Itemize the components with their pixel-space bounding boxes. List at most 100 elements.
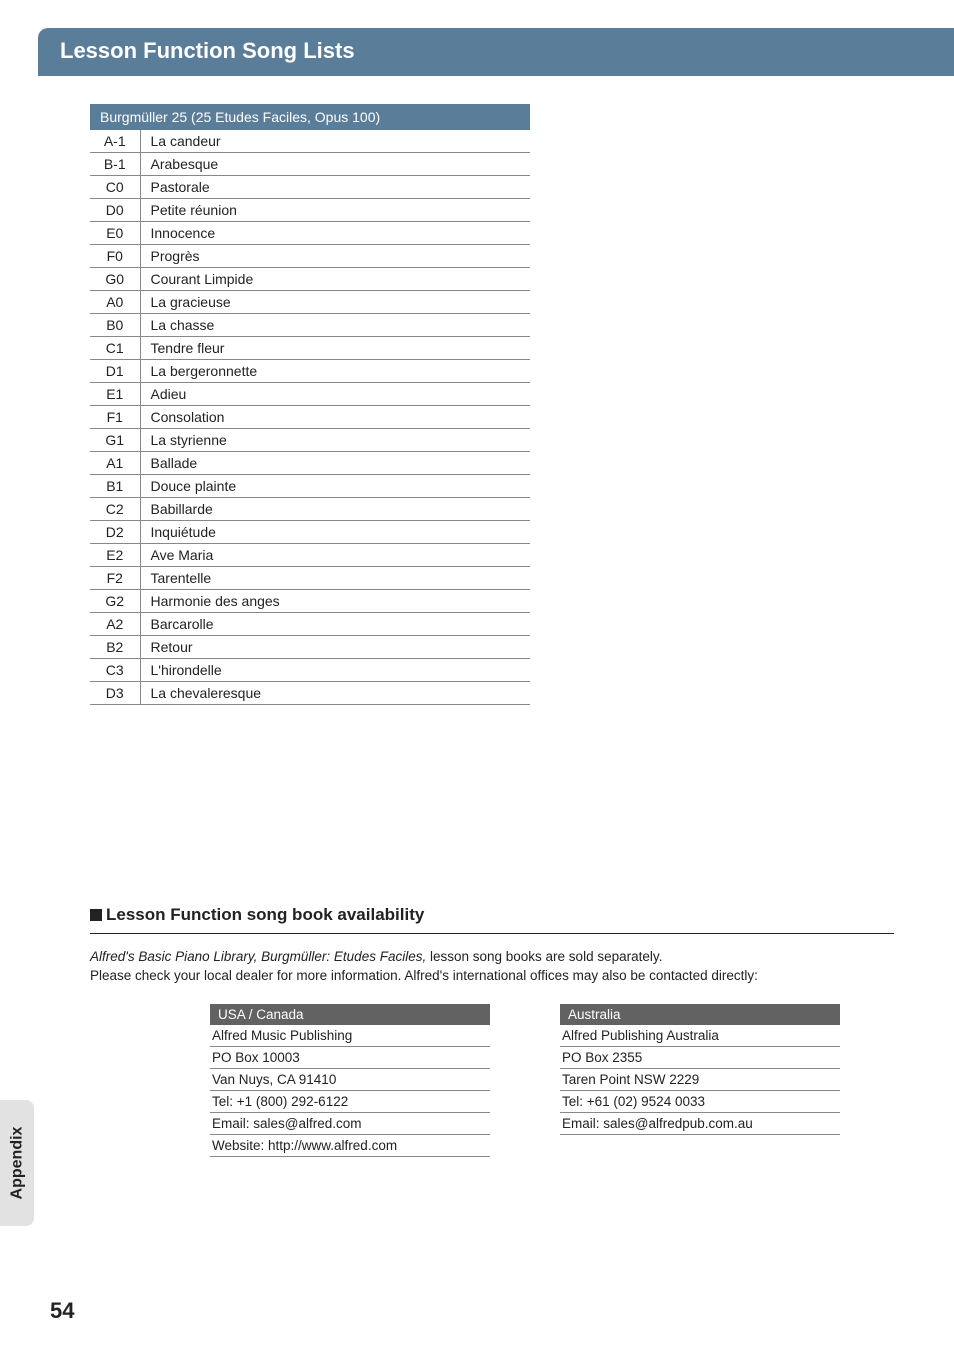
song-name: Douce plainte <box>140 475 530 498</box>
song-name: Retour <box>140 636 530 659</box>
table-row: F1Consolation <box>90 406 530 429</box>
contact-line: Alfred Publishing Australia <box>560 1025 840 1047</box>
song-key: A1 <box>90 452 140 475</box>
contact-line: Tel: +1 (800) 292-6122 <box>210 1091 490 1113</box>
table-row: G0Courant Limpide <box>90 268 530 291</box>
title-bar: Lesson Function Song Lists <box>38 28 954 76</box>
song-name: Adieu <box>140 383 530 406</box>
song-name: La gracieuse <box>140 291 530 314</box>
song-name: Tarentelle <box>140 567 530 590</box>
song-name: La bergeronnette <box>140 360 530 383</box>
table-row: C0Pastorale <box>90 176 530 199</box>
table-row: A0La gracieuse <box>90 291 530 314</box>
table-row: B2Retour <box>90 636 530 659</box>
contact-line: PO Box 10003 <box>210 1047 490 1069</box>
song-key: C0 <box>90 176 140 199</box>
song-name: La chasse <box>140 314 530 337</box>
song-name: Progrès <box>140 245 530 268</box>
contact-line: Van Nuys, CA 91410 <box>210 1069 490 1091</box>
song-name: Ave Maria <box>140 544 530 567</box>
table-row: A1Ballade <box>90 452 530 475</box>
song-key: D1 <box>90 360 140 383</box>
song-name: Pastorale <box>140 176 530 199</box>
contact-line: Taren Point NSW 2229 <box>560 1069 840 1091</box>
song-key: C3 <box>90 659 140 682</box>
table-row: D1La bergeronnette <box>90 360 530 383</box>
song-key: G0 <box>90 268 140 291</box>
song-name: Babillarde <box>140 498 530 521</box>
song-key: F1 <box>90 406 140 429</box>
song-key: C1 <box>90 337 140 360</box>
song-key: C2 <box>90 498 140 521</box>
contact-line: Email: sales@alfredpub.com.au <box>560 1113 840 1135</box>
table-row: F0Progrès <box>90 245 530 268</box>
song-name: Consolation <box>140 406 530 429</box>
song-key: B2 <box>90 636 140 659</box>
availability-italic: Alfred's Basic Piano Library, Burgmüller… <box>90 949 426 964</box>
side-tab-appendix: Appendix <box>0 1100 34 1226</box>
song-key: E0 <box>90 222 140 245</box>
song-key: F2 <box>90 567 140 590</box>
table-row: G2Harmonie des anges <box>90 590 530 613</box>
song-name: Inquiétude <box>140 521 530 544</box>
song-key: G2 <box>90 590 140 613</box>
table-row: C2Babillarde <box>90 498 530 521</box>
song-name: Arabesque <box>140 153 530 176</box>
side-tab-label: Appendix <box>8 1127 26 1200</box>
song-key: B0 <box>90 314 140 337</box>
contact-column: AustraliaAlfred Publishing AustraliaPO B… <box>560 1004 840 1157</box>
table-row: A2Barcarolle <box>90 613 530 636</box>
song-key: B-1 <box>90 153 140 176</box>
availability-heading-text: Lesson Function song book availability <box>106 905 424 924</box>
song-name: La styrienne <box>140 429 530 452</box>
song-name: Ballade <box>140 452 530 475</box>
table-row: C3L'hirondelle <box>90 659 530 682</box>
availability-heading: Lesson Function song book availability <box>90 905 894 934</box>
song-name: Harmonie des anges <box>140 590 530 613</box>
page-number: 54 <box>50 1298 74 1324</box>
song-name: Innocence <box>140 222 530 245</box>
song-key: E2 <box>90 544 140 567</box>
table-row: E1Adieu <box>90 383 530 406</box>
song-key: D0 <box>90 199 140 222</box>
song-name: Courant Limpide <box>140 268 530 291</box>
song-key: A0 <box>90 291 140 314</box>
contact-line: Tel: +61 (02) 9524 0033 <box>560 1091 840 1113</box>
table-row: B0La chasse <box>90 314 530 337</box>
contact-column: USA / CanadaAlfred Music PublishingPO Bo… <box>210 1004 490 1157</box>
table-row: G1La styrienne <box>90 429 530 452</box>
table-row: D3La chevaleresque <box>90 682 530 705</box>
song-key: G1 <box>90 429 140 452</box>
square-bullet-icon <box>90 909 102 921</box>
table-row: A-1La candeur <box>90 130 530 153</box>
availability-body: Alfred's Basic Piano Library, Burgmüller… <box>90 948 894 986</box>
contact-head: Australia <box>560 1004 840 1025</box>
availability-line1-rest: lesson song books are sold separately. <box>426 949 662 964</box>
song-name: Barcarolle <box>140 613 530 636</box>
song-name: L'hirondelle <box>140 659 530 682</box>
song-key: D2 <box>90 521 140 544</box>
availability-line2: Please check your local dealer for more … <box>90 967 894 986</box>
contact-line: Email: sales@alfred.com <box>210 1113 490 1135</box>
song-table-header: Burgmüller 25 (25 Etudes Faciles, Opus 1… <box>90 104 530 130</box>
song-table: Burgmüller 25 (25 Etudes Faciles, Opus 1… <box>90 104 530 705</box>
table-row: B-1Arabesque <box>90 153 530 176</box>
table-row: F2Tarentelle <box>90 567 530 590</box>
contact-line: Alfred Music Publishing <box>210 1025 490 1047</box>
song-key: D3 <box>90 682 140 705</box>
song-key: B1 <box>90 475 140 498</box>
contact-head: USA / Canada <box>210 1004 490 1025</box>
song-name: Tendre fleur <box>140 337 530 360</box>
table-row: D0Petite réunion <box>90 199 530 222</box>
song-name: La candeur <box>140 130 530 153</box>
song-key: E1 <box>90 383 140 406</box>
song-name: Petite réunion <box>140 199 530 222</box>
table-row: E2Ave Maria <box>90 544 530 567</box>
song-key: A-1 <box>90 130 140 153</box>
table-row: C1Tendre fleur <box>90 337 530 360</box>
contact-line: PO Box 2355 <box>560 1047 840 1069</box>
table-row: E0Innocence <box>90 222 530 245</box>
table-row: D2Inquiétude <box>90 521 530 544</box>
song-key: A2 <box>90 613 140 636</box>
song-key: F0 <box>90 245 140 268</box>
